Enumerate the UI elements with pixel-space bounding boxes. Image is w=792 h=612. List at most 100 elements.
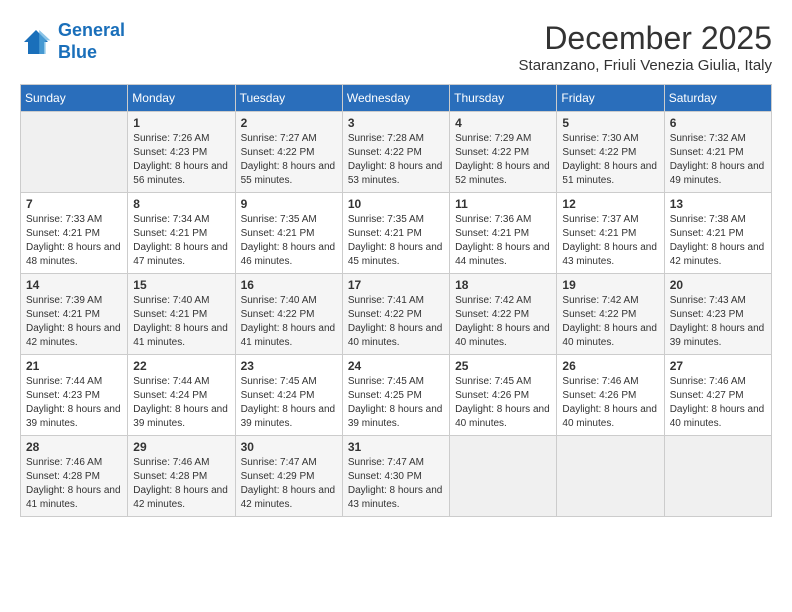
day-number: 21: [26, 359, 122, 373]
day-detail: Sunrise: 7:43 AMSunset: 4:23 PMDaylight:…: [670, 294, 766, 350]
day-number: 22: [133, 359, 229, 373]
weekday-header-friday: Friday: [557, 85, 664, 112]
logo-icon: [20, 26, 52, 58]
day-number: 30: [241, 440, 337, 454]
day-detail: Sunrise: 7:47 AMSunset: 4:29 PMDaylight:…: [241, 456, 337, 512]
day-detail: Sunrise: 7:35 AMSunset: 4:21 PMDaylight:…: [241, 213, 337, 269]
day-number: 12: [562, 197, 658, 211]
day-detail: Sunrise: 7:44 AMSunset: 4:23 PMDaylight:…: [26, 375, 122, 431]
day-detail: Sunrise: 7:41 AMSunset: 4:22 PMDaylight:…: [348, 294, 444, 350]
day-number: 1: [133, 116, 229, 130]
day-number: 24: [348, 359, 444, 373]
calendar-cell: 2Sunrise: 7:27 AMSunset: 4:22 PMDaylight…: [235, 112, 342, 193]
day-detail: Sunrise: 7:39 AMSunset: 4:21 PMDaylight:…: [26, 294, 122, 350]
calendar-cell: 20Sunrise: 7:43 AMSunset: 4:23 PMDayligh…: [664, 274, 771, 355]
weekday-header-wednesday: Wednesday: [342, 85, 449, 112]
logo: General Blue: [20, 20, 125, 63]
calendar-cell: [557, 436, 664, 517]
calendar-cell: 23 Sunrise: 7:45 AMSunset: 4:24 PMDayligh…: [235, 355, 342, 436]
calendar-cell: 4Sunrise: 7:29 AMSunset: 4:22 PMDaylight…: [450, 112, 557, 193]
day-detail: Sunrise: 7:34 AMSunset: 4:21 PMDaylight:…: [133, 213, 229, 269]
calendar-week-row: 7 Sunrise: 7:33 AMSunset: 4:21 PMDaylight…: [21, 193, 772, 274]
day-detail: Sunrise: 7:46 AMSunset: 4:28 PMDaylight:…: [26, 456, 122, 512]
day-detail: Sunrise: 7:26 AMSunset: 4:23 PMDaylight:…: [133, 132, 229, 188]
day-number: 9: [241, 197, 337, 211]
weekday-header-row: SundayMondayTuesdayWednesdayThursdayFrid…: [21, 85, 772, 112]
day-detail: Sunrise: 7:28 AMSunset: 4:22 PMDaylight:…: [348, 132, 444, 188]
day-detail: Sunrise: 7:30 AMSunset: 4:22 PMDaylight:…: [562, 132, 658, 188]
calendar-table: SundayMondayTuesdayWednesdayThursdayFrid…: [20, 84, 772, 517]
calendar-cell: 24Sunrise: 7:45 AMSunset: 4:25 PMDayligh…: [342, 355, 449, 436]
calendar-cell: 7 Sunrise: 7:33 AMSunset: 4:21 PMDaylight…: [21, 193, 128, 274]
calendar-cell: 1 Sunrise: 7:26 AMSunset: 4:23 PMDaylight…: [128, 112, 235, 193]
day-detail: Sunrise: 7:33 AMSunset: 4:21 PMDaylight:…: [26, 213, 122, 269]
calendar-week-row: 1 Sunrise: 7:26 AMSunset: 4:23 PMDaylight…: [21, 112, 772, 193]
day-number: 16: [241, 278, 337, 292]
day-number: 29: [133, 440, 229, 454]
day-number: 19: [562, 278, 658, 292]
day-detail: Sunrise: 7:45 AMSunset: 4:24 PMDaylight:…: [241, 375, 337, 431]
calendar-cell: 19 Sunrise: 7:42 AMSunset: 4:22 PMDayligh…: [557, 274, 664, 355]
day-number: 4: [455, 116, 551, 130]
calendar-week-row: 28 Sunrise: 7:46 AMSunset: 4:28 PMDayligh…: [21, 436, 772, 517]
day-number: 14: [26, 278, 122, 292]
calendar-cell: 22 Sunrise: 7:44 AMSunset: 4:24 PMDayligh…: [128, 355, 235, 436]
day-number: 27: [670, 359, 766, 373]
calendar-cell: 13Sunrise: 7:38 AMSunset: 4:21 PMDayligh…: [664, 193, 771, 274]
calendar-cell: 27 Sunrise: 7:46 AMSunset: 4:27 PMDayligh…: [664, 355, 771, 436]
day-detail: Sunrise: 7:45 AMSunset: 4:26 PMDaylight:…: [455, 375, 551, 431]
calendar-cell: 25 Sunrise: 7:45 AMSunset: 4:26 PMDayligh…: [450, 355, 557, 436]
weekday-header-tuesday: Tuesday: [235, 85, 342, 112]
weekday-header-thursday: Thursday: [450, 85, 557, 112]
calendar-week-row: 14 Sunrise: 7:39 AMSunset: 4:21 PMDayligh…: [21, 274, 772, 355]
day-detail: Sunrise: 7:46 AMSunset: 4:27 PMDaylight:…: [670, 375, 766, 431]
day-detail: Sunrise: 7:36 AMSunset: 4:21 PMDaylight:…: [455, 213, 551, 269]
weekday-header-monday: Monday: [128, 85, 235, 112]
day-number: 11: [455, 197, 551, 211]
day-number: 15: [133, 278, 229, 292]
day-number: 5: [562, 116, 658, 130]
day-number: 18: [455, 278, 551, 292]
title-area: December 2025 Staranzano, Friuli Venezia…: [519, 20, 772, 74]
day-number: 17: [348, 278, 444, 292]
weekday-header-saturday: Saturday: [664, 85, 771, 112]
day-detail: Sunrise: 7:44 AMSunset: 4:24 PMDaylight:…: [133, 375, 229, 431]
day-number: 25: [455, 359, 551, 373]
calendar-cell: 11 Sunrise: 7:36 AMSunset: 4:21 PMDayligh…: [450, 193, 557, 274]
day-detail: Sunrise: 7:40 AMSunset: 4:21 PMDaylight:…: [133, 294, 229, 350]
day-detail: Sunrise: 7:32 AMSunset: 4:21 PMDaylight:…: [670, 132, 766, 188]
day-detail: Sunrise: 7:40 AMSunset: 4:22 PMDaylight:…: [241, 294, 337, 350]
day-number: 3: [348, 116, 444, 130]
calendar-cell: 14 Sunrise: 7:39 AMSunset: 4:21 PMDayligh…: [21, 274, 128, 355]
calendar-week-row: 21 Sunrise: 7:44 AMSunset: 4:23 PMDayligh…: [21, 355, 772, 436]
day-number: 28: [26, 440, 122, 454]
day-number: 26: [562, 359, 658, 373]
calendar-cell: 6 Sunrise: 7:32 AMSunset: 4:21 PMDaylight…: [664, 112, 771, 193]
calendar-cell: 18Sunrise: 7:42 AMSunset: 4:22 PMDayligh…: [450, 274, 557, 355]
day-number: 13: [670, 197, 766, 211]
location-title: Staranzano, Friuli Venezia Giulia, Italy: [519, 57, 772, 74]
day-detail: Sunrise: 7:27 AMSunset: 4:22 PMDaylight:…: [241, 132, 337, 188]
calendar-cell: 9 Sunrise: 7:35 AMSunset: 4:21 PMDaylight…: [235, 193, 342, 274]
day-detail: Sunrise: 7:35 AMSunset: 4:21 PMDaylight:…: [348, 213, 444, 269]
day-number: 7: [26, 197, 122, 211]
calendar-cell: 16 Sunrise: 7:40 AMSunset: 4:22 PMDayligh…: [235, 274, 342, 355]
day-detail: Sunrise: 7:46 AMSunset: 4:28 PMDaylight:…: [133, 456, 229, 512]
page-header: General Blue December 2025 Staranzano, F…: [20, 20, 772, 74]
calendar-cell: [450, 436, 557, 517]
day-detail: Sunrise: 7:47 AMSunset: 4:30 PMDaylight:…: [348, 456, 444, 512]
day-number: 31: [348, 440, 444, 454]
day-number: 23: [241, 359, 337, 373]
calendar-cell: 3 Sunrise: 7:28 AMSunset: 4:22 PMDaylight…: [342, 112, 449, 193]
day-number: 6: [670, 116, 766, 130]
day-detail: Sunrise: 7:42 AMSunset: 4:22 PMDaylight:…: [562, 294, 658, 350]
calendar-cell: 15 Sunrise: 7:40 AMSunset: 4:21 PMDayligh…: [128, 274, 235, 355]
calendar-cell: 29 Sunrise: 7:46 AMSunset: 4:28 PMDayligh…: [128, 436, 235, 517]
calendar-cell: [664, 436, 771, 517]
day-number: 10: [348, 197, 444, 211]
calendar-cell: [21, 112, 128, 193]
calendar-cell: 17 Sunrise: 7:41 AMSunset: 4:22 PMDayligh…: [342, 274, 449, 355]
day-number: 8: [133, 197, 229, 211]
logo-text: General Blue: [58, 20, 125, 63]
day-detail: Sunrise: 7:37 AMSunset: 4:21 PMDaylight:…: [562, 213, 658, 269]
